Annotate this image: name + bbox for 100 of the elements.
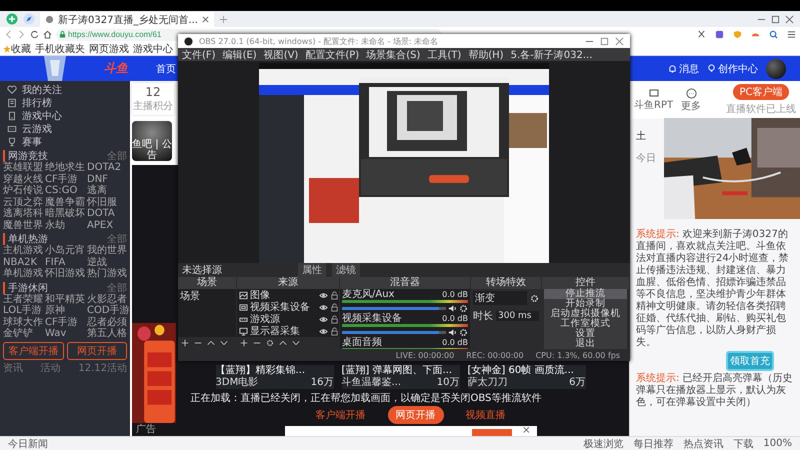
category-link[interactable]: DNF [87, 174, 127, 185]
category-link[interactable]: 小岛元宵 [45, 245, 85, 256]
more-link[interactable]: 全部 [107, 280, 127, 294]
source-item[interactable]: 图像 [250, 288, 317, 302]
eye-icon[interactable] [319, 302, 328, 312]
control-button[interactable]: 启动虚拟摄像机 [544, 309, 627, 319]
category-link[interactable]: 英雄联盟 [3, 162, 43, 174]
transition-dropdown[interactable]: 渐变 [473, 291, 527, 305]
category-link[interactable]: COD手游 [87, 305, 127, 316]
scissors-icon[interactable] [697, 30, 706, 39]
category-link[interactable]: 热门游戏 [87, 268, 127, 280]
category-link[interactable]: 绝地求生 [45, 162, 85, 174]
control-button[interactable]: 开始录制 [544, 299, 627, 309]
category-link[interactable]: LOL手游 [3, 305, 43, 316]
eye-icon[interactable] [319, 314, 328, 324]
status-link[interactable]: 热点资讯 [683, 436, 724, 450]
up-icon[interactable] [207, 339, 215, 347]
header-link[interactable]: 创作中心 [707, 62, 758, 76]
avatar[interactable] [766, 58, 786, 78]
header-link[interactable]: 消息 [668, 62, 699, 76]
category-link[interactable]: 暗黑破坏 [45, 208, 85, 220]
category-link[interactable]: 我的世界 [87, 245, 127, 256]
streamer-card[interactable]: 鱼吧 | 公告 [132, 121, 172, 161]
video-card[interactable]: 【蓝翔】精彩集锦... 3DM电影 16万 [216, 365, 334, 389]
stream-mode-button[interactable]: 视频直播 [458, 406, 514, 424]
category-link[interactable]: FIFA [45, 256, 85, 268]
close-icon[interactable] [615, 36, 624, 46]
source-item[interactable]: 视频采集设备 [250, 300, 317, 314]
category-link[interactable]: 逃离 [87, 185, 127, 196]
toolbar-button[interactable]: 滤镜 [332, 263, 360, 277]
status-link[interactable]: 下载 [733, 436, 754, 450]
menu-item[interactable]: 配置文件(P) [305, 48, 360, 62]
sidebar-item[interactable]: 赛事 [3, 135, 127, 148]
add-icon[interactable] [240, 339, 248, 347]
add-icon[interactable] [181, 339, 189, 347]
category-link[interactable]: 逃离塔科 [3, 208, 43, 220]
lock-icon[interactable] [330, 314, 339, 324]
maximize-icon[interactable] [771, 14, 780, 24]
category-link[interactable]: 金铲铲 [3, 328, 43, 340]
category-link[interactable]: 魔兽争霸 [45, 196, 85, 208]
menu-item[interactable]: 5.各-新子涛032... [510, 48, 592, 62]
panel-link[interactable]: 更多 [681, 88, 702, 112]
eye-icon[interactable] [319, 290, 328, 300]
category-link[interactable]: 忍者必须 [87, 316, 127, 328]
category-link[interactable]: 云顶之弈 [3, 196, 43, 208]
category-link[interactable]: 怀旧服 [87, 196, 127, 208]
browser-tab[interactable]: 新子涛0327直播_乡处无间首... [40, 12, 214, 27]
search-icon[interactable] [769, 30, 778, 39]
category-link[interactable]: 怀旧游戏 [45, 268, 85, 280]
menu-icon[interactable] [787, 30, 796, 39]
category-link[interactable]: 王者荣耀 [3, 294, 43, 305]
toolbar-button[interactable]: 属性 [298, 263, 326, 277]
browser-logo-icon[interactable] [6, 13, 18, 25]
panel-link[interactable]: 斗鱼RPT [634, 88, 674, 112]
category-link[interactable]: APEX [87, 220, 127, 231]
category-link[interactable]: CF手游 [45, 174, 85, 185]
eye-icon[interactable] [319, 326, 328, 336]
more-link[interactable]: 全部 [107, 232, 127, 246]
category-link[interactable]: DOTA [87, 208, 127, 220]
sidebar-item[interactable]: 游戏中心 [3, 109, 127, 122]
gear-icon[interactable] [266, 339, 274, 347]
reload-icon[interactable] [30, 30, 39, 39]
menu-item[interactable]: 工具(T) [427, 48, 462, 62]
video-card[interactable]: [蓝翔] 弹幕网图、下面... 斗鱼温馨鉴... 10万 [342, 365, 460, 389]
gear-icon[interactable] [530, 294, 539, 302]
menu-item[interactable]: 编辑(E) [222, 48, 257, 62]
up-icon[interactable] [279, 339, 287, 347]
nav-link[interactable]: 首页 [156, 62, 176, 76]
sidebar-item[interactable]: 我的关注 [3, 83, 127, 96]
category-link[interactable]: DOTA2 [87, 162, 127, 174]
close-button[interactable]: × [522, 426, 530, 436]
lock-icon[interactable] [330, 326, 339, 336]
control-button[interactable]: 设置 [544, 329, 627, 339]
speaker-icon[interactable] [448, 328, 457, 336]
category-link[interactable]: 魔兽世界 [3, 220, 43, 231]
category-link[interactable]: 炉石传说 [3, 185, 43, 196]
more-link[interactable]: 全部 [107, 149, 127, 163]
category-link[interactable]: NBA2K [3, 256, 43, 268]
menu-item[interactable]: 视图(V) [264, 48, 298, 62]
download-client-button[interactable]: PC客户端 [733, 84, 788, 100]
control-button[interactable]: 停止推流 [544, 289, 627, 299]
lock-icon[interactable] [330, 290, 339, 300]
stream-mode-button[interactable]: 网页开播 [388, 406, 444, 424]
gear-icon[interactable] [459, 328, 468, 336]
bookmark-link[interactable]: 手机收藏夹 [35, 42, 85, 56]
category-link[interactable]: CS:GO [45, 185, 85, 196]
stream-mode-button[interactable]: 客户端开播 [308, 406, 374, 424]
source-item[interactable]: 游戏源 [250, 312, 317, 326]
video-card[interactable]: [女神金] 60帧 画质流... 萨太刀刀 6万 [468, 365, 586, 389]
maximize-icon[interactable] [600, 36, 609, 46]
category-link[interactable]: CF手游 [45, 316, 85, 328]
category-link[interactable]: 逆战 [87, 256, 127, 268]
start-stream-button[interactable]: 网页开播 [66, 342, 127, 360]
category-link[interactable]: 单机游戏 [3, 268, 43, 280]
footer-link[interactable]: 12.12活动 [78, 360, 127, 374]
close-icon[interactable] [785, 14, 794, 24]
category-link[interactable]: 第五人格 [87, 328, 127, 340]
down-icon[interactable] [220, 339, 228, 347]
volume-slider[interactable] [342, 306, 446, 310]
compass-icon[interactable] [23, 13, 35, 25]
